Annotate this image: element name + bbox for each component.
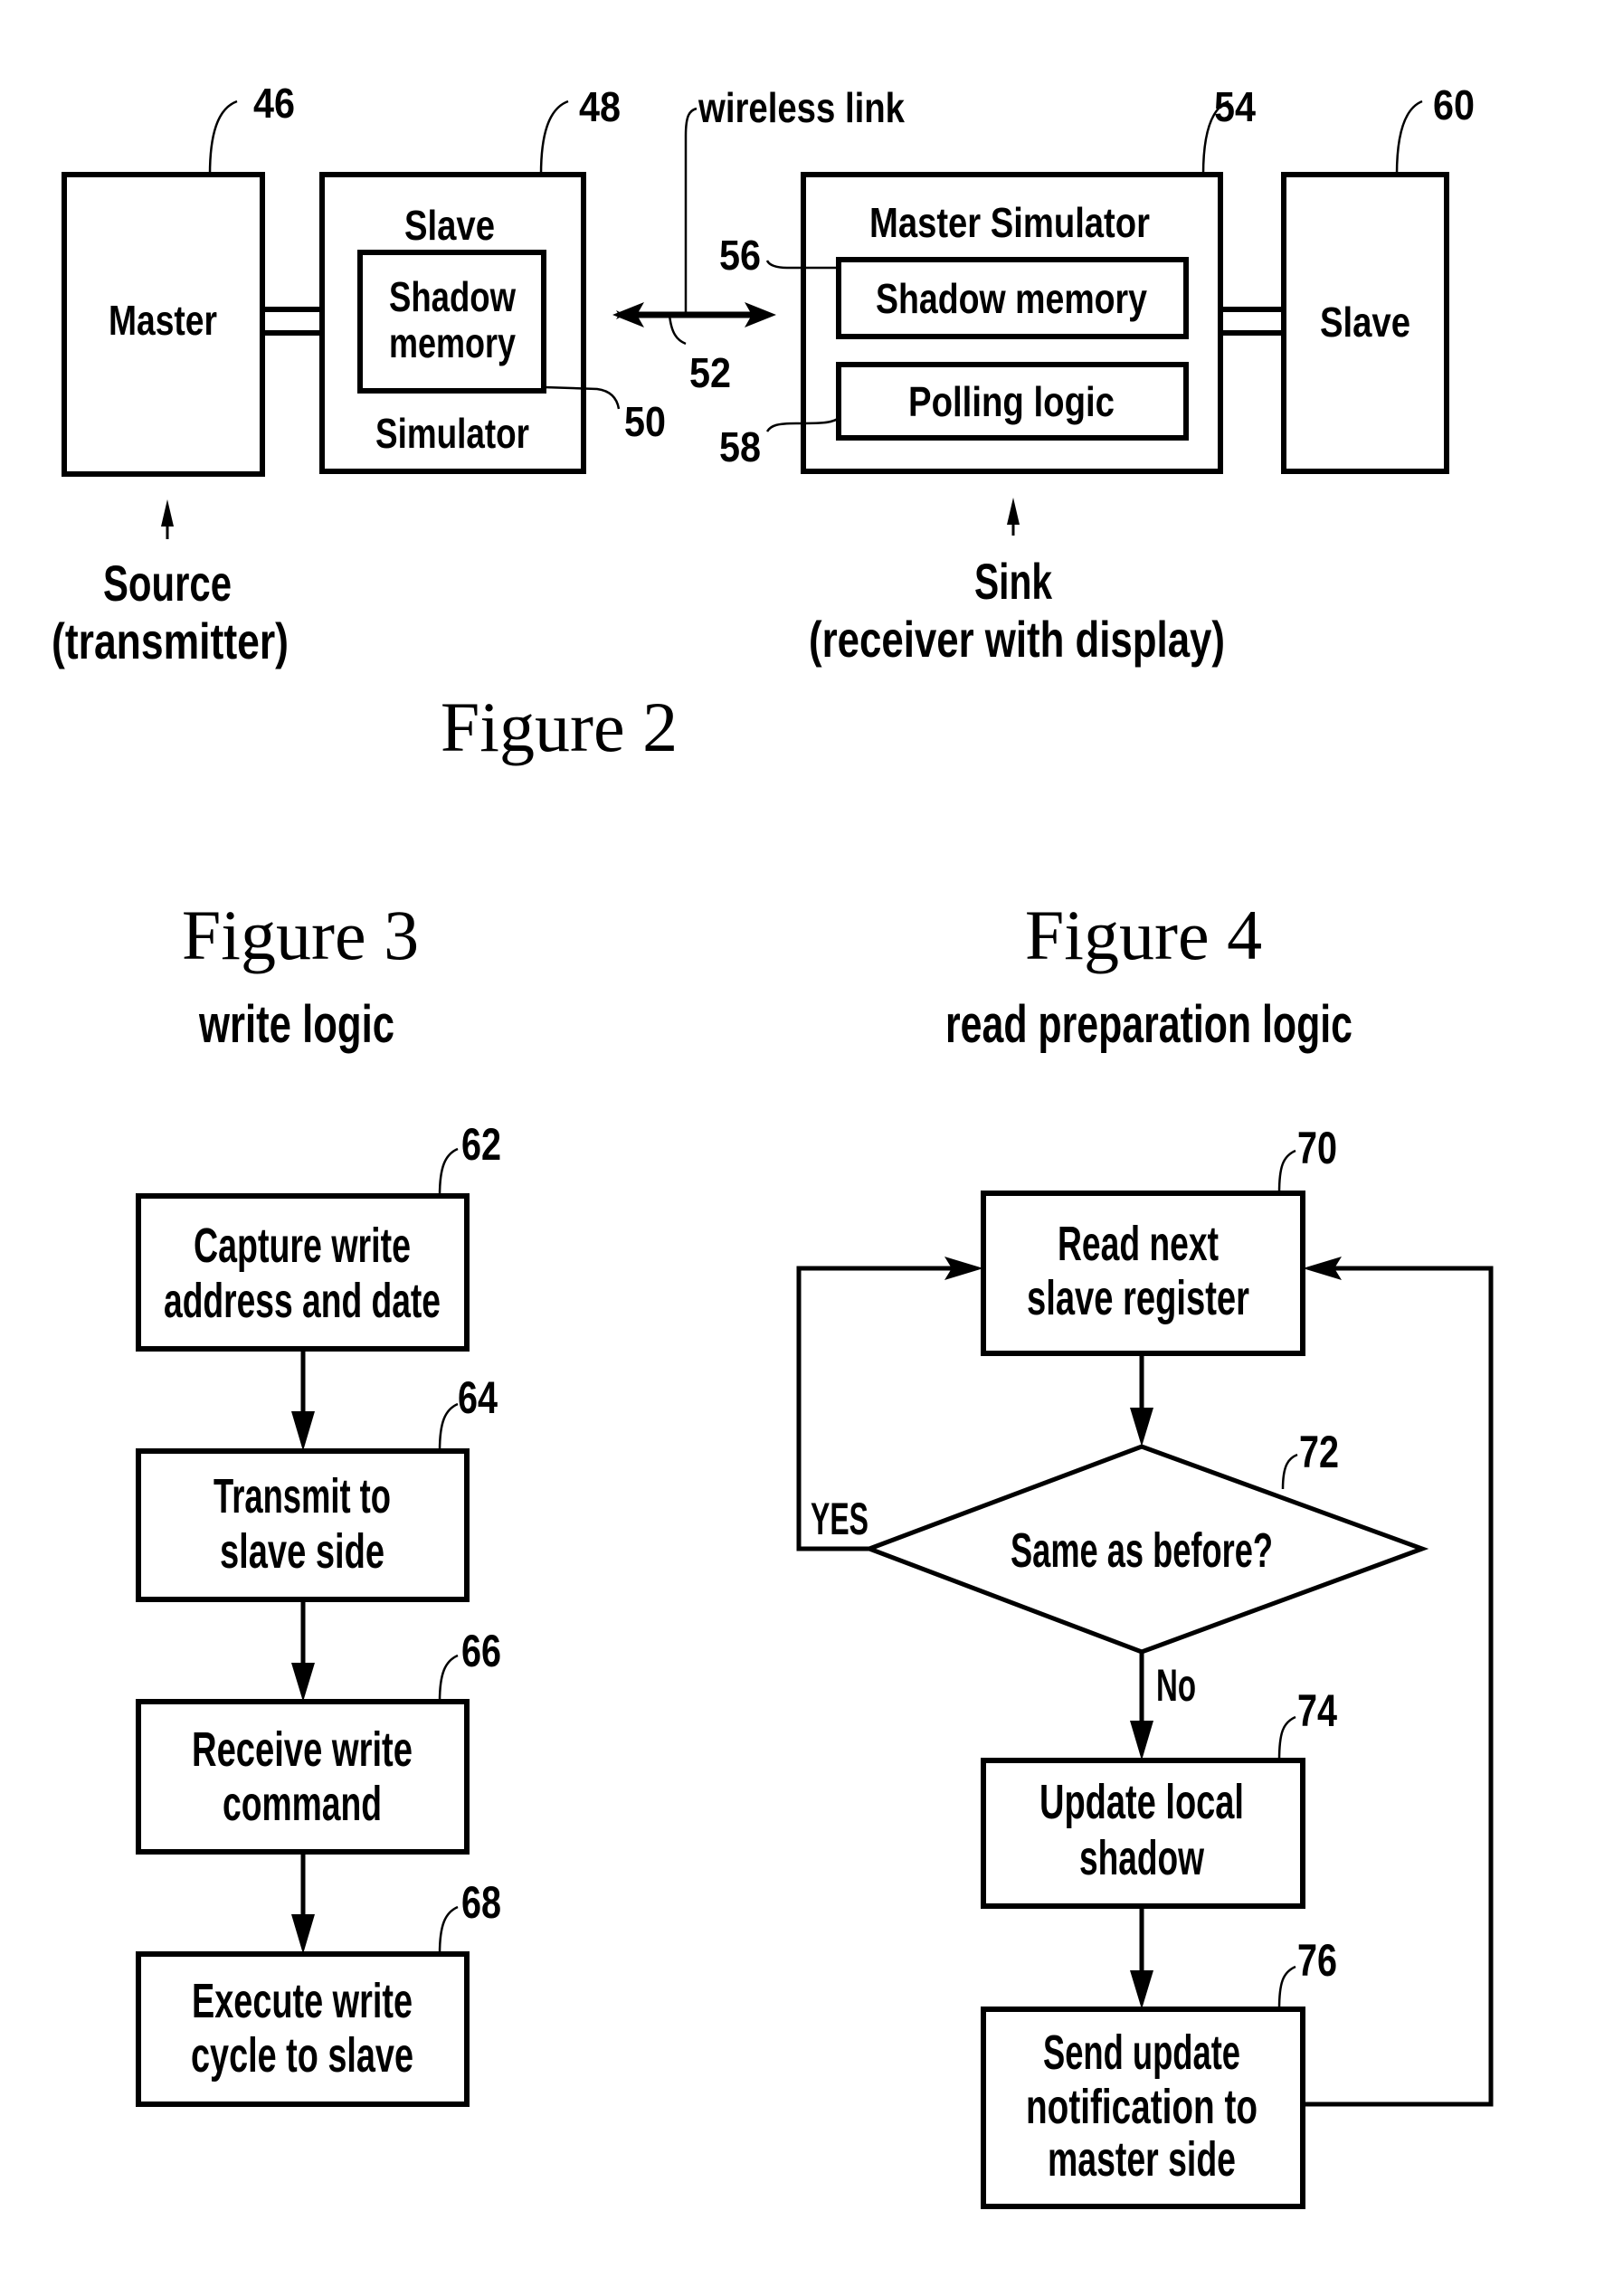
figure-3: Figure 3 write logic Capture write addre… — [136, 896, 501, 2107]
ref-62: 62 — [461, 1119, 501, 1170]
patent-figures: Master 46 Slave Shadow memory Simulator … — [52, 80, 1494, 2209]
ref-leader-48 — [539, 100, 569, 176]
ref-66: 66 — [461, 1626, 501, 1676]
ref-leader-70 — [1277, 1149, 1296, 1194]
step-62-line2: address and date — [164, 1274, 441, 1328]
source-arrowhead — [161, 499, 174, 527]
step-read-next-register: Read next slave register — [981, 1191, 1305, 1356]
slave-box: Slave — [1281, 172, 1449, 474]
master-box: Master — [62, 172, 265, 477]
ref-leader-66 — [438, 1654, 459, 1703]
ref-leader-68 — [438, 1905, 459, 1955]
step-send-update-notification: Send update notification to master side — [981, 2007, 1305, 2209]
step-68-line1: Execute write — [192, 1974, 413, 2028]
ref-leader-62 — [438, 1147, 459, 1197]
slave-simulator-top-label: Slave — [404, 202, 495, 249]
step-receive-write: Receive write command — [136, 1699, 470, 1855]
ref-leader-46 — [208, 100, 238, 176]
master-label: Master — [109, 297, 217, 344]
step-update-local-shadow: Update local shadow — [981, 1758, 1305, 1909]
no-label: No — [1156, 1660, 1196, 1711]
figure-4-caption: Figure 4 — [1025, 896, 1262, 974]
ref-68: 68 — [461, 1877, 501, 1928]
figure-4: Figure 4 read preparation logic Read nex… — [796, 896, 1494, 2209]
step-74-line1: Update local — [1039, 1775, 1244, 1829]
step-76-line1: Send update — [1043, 2026, 1240, 2080]
slave-shadow-line1: Shadow — [389, 273, 516, 320]
figure-4-subtitle: read preparation logic — [945, 995, 1352, 1054]
step-capture-write: Capture write address and date — [136, 1193, 470, 1352]
ref-leader-72 — [1281, 1453, 1298, 1490]
wireless-link-leader — [684, 107, 698, 315]
figure-2-caption: Figure 2 — [441, 688, 678, 766]
ref-56: 56 — [719, 232, 761, 279]
figure-2: Master 46 Slave Shadow memory Simulator … — [52, 80, 1475, 766]
master-simulator-label: Master Simulator — [869, 199, 1150, 246]
ref-50: 50 — [624, 398, 666, 445]
ref-74: 74 — [1297, 1685, 1337, 1736]
wireless-link-label: wireless link — [698, 84, 905, 131]
source-sublabel: (transmitter) — [52, 612, 289, 669]
step-66-line1: Receive write — [192, 1722, 413, 1777]
sink-arrowhead — [1007, 498, 1020, 525]
step-76-line3: master side — [1048, 2132, 1236, 2187]
step-transmit: Transmit to slave side — [136, 1448, 470, 1602]
figure-3-subtitle: write logic — [198, 995, 394, 1054]
ref-72: 72 — [1299, 1427, 1339, 1477]
sink-label: Sink — [974, 553, 1053, 610]
step-62-line1: Capture write — [194, 1219, 411, 1273]
ref-leader-60 — [1395, 100, 1423, 176]
ref-48: 48 — [579, 83, 621, 130]
no-branch-arrowhead — [1130, 1721, 1153, 1760]
slave-shadow-line2: memory — [389, 319, 516, 366]
arrowhead-62-64 — [291, 1411, 315, 1451]
sink-sublabel: (receiver with display) — [809, 611, 1225, 668]
ref-46: 46 — [253, 80, 295, 127]
arrowhead-66-68 — [291, 1914, 315, 1954]
ref-54: 54 — [1214, 83, 1256, 130]
step-70-line2: slave register — [1027, 1271, 1249, 1325]
step-execute-write: Execute write cycle to slave — [136, 1951, 470, 2107]
slave-simulator-bottom-label: Simulator — [375, 410, 529, 457]
step-76-line2: notification to — [1026, 2080, 1258, 2134]
figure-3-caption: Figure 3 — [182, 896, 419, 974]
master-shadow-memory-label: Shadow memory — [876, 275, 1147, 322]
decision-label: Same as before? — [1011, 1523, 1273, 1578]
slave-label: Slave — [1320, 299, 1410, 346]
step-68-line2: cycle to slave — [191, 2028, 413, 2083]
ref-leader-74 — [1277, 1715, 1296, 1761]
step-64-line1: Transmit to — [214, 1469, 391, 1523]
master-simulator-box: Master Simulator Shadow memory Polling l… — [801, 172, 1223, 474]
step-66-line2: command — [223, 1777, 382, 1831]
arrowhead-64-66 — [291, 1663, 315, 1702]
ref-leader-52 — [668, 314, 687, 346]
ref-76: 76 — [1297, 1935, 1337, 1986]
ref-60: 60 — [1433, 81, 1475, 128]
decision-same-as-before: Same as before? — [862, 1444, 1429, 1655]
ref-70: 70 — [1297, 1123, 1337, 1173]
slave-simulator-box: Slave Shadow memory Simulator — [319, 172, 586, 474]
arrowhead-74-76 — [1130, 1970, 1153, 2009]
step-64-line2: slave side — [220, 1524, 384, 1579]
ref-58: 58 — [719, 423, 761, 470]
step-74-line2: shadow — [1079, 1831, 1205, 1885]
ref-leader-64 — [438, 1402, 459, 1452]
ref-52: 52 — [689, 349, 731, 396]
ref-64: 64 — [458, 1372, 498, 1423]
yes-label: YES — [811, 1494, 868, 1544]
step-70-line1: Read next — [1058, 1217, 1219, 1271]
source-label: Source — [103, 555, 232, 612]
polling-logic-label: Polling logic — [908, 378, 1115, 425]
arrowhead-70-72 — [1130, 1408, 1153, 1447]
ref-leader-76 — [1277, 1965, 1296, 2010]
